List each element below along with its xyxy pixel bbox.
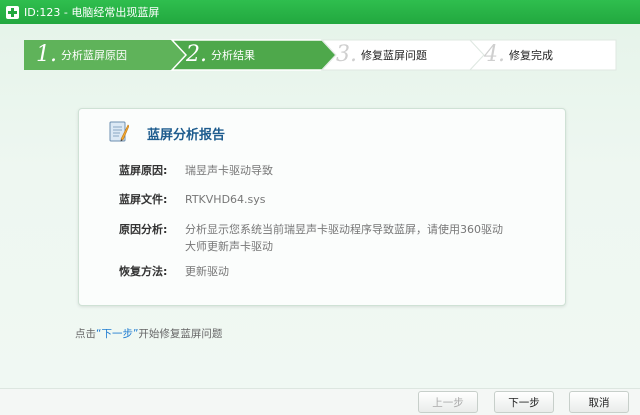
- report-title: 蓝屏分析报告: [147, 128, 226, 143]
- step-3: 3. 修复蓝屏问题: [336, 40, 427, 70]
- cancel-button[interactable]: 取消: [569, 391, 629, 413]
- hint-highlight: “下一步”: [96, 328, 139, 340]
- fix-label: 恢复方法:: [119, 265, 168, 278]
- file-value: RTKVHD64.sys: [185, 193, 266, 206]
- step-4-number: 4.: [484, 42, 505, 67]
- step-3-label: 修复蓝屏问题: [361, 49, 427, 62]
- hint-suffix: 开始修复蓝屏问题: [138, 328, 223, 340]
- report-row-analysis: 原因分析: 分析显示您系统当前瑞昱声卡驱动程序导致蓝屏，请使用360驱动大师更新…: [119, 221, 505, 255]
- report-row-cause: 蓝屏原因: 瑞昱声卡驱动导致: [119, 162, 505, 179]
- step-4-label: 修复完成: [509, 49, 553, 62]
- report-header: 蓝屏分析报告: [79, 109, 565, 149]
- cause-value: 瑞昱声卡驱动导致: [185, 164, 273, 177]
- step-1: 1. 分析蓝屏原因: [36, 40, 127, 70]
- title-bar: ID:123 - 电脑经常出现蓝屏: [0, 0, 640, 24]
- step-2-number: 2.: [186, 42, 207, 67]
- step-3-number: 3.: [336, 42, 357, 67]
- report-row-fix: 恢复方法: 更新驱动: [119, 263, 505, 280]
- window-title: ID:123 - 电脑经常出现蓝屏: [24, 6, 160, 19]
- step-1-label: 分析蓝屏原因: [61, 49, 127, 62]
- cause-label: 蓝屏原因:: [119, 164, 168, 177]
- step-4: 4. 修复完成: [484, 40, 553, 70]
- app-cross-icon: [6, 5, 19, 19]
- prev-button[interactable]: 上一步: [418, 391, 478, 413]
- report-document-icon: [109, 121, 129, 142]
- main-content: 1. 分析蓝屏原因 2. 分析结果 3. 修复蓝屏问题 4. 修复完成 蓝屏分析…: [0, 24, 640, 388]
- report-card: 蓝屏分析报告 蓝屏原因: 瑞昱声卡驱动导致 蓝屏文件: RTKVHD64.sys…: [78, 108, 566, 306]
- step-2-label: 分析结果: [211, 49, 255, 62]
- step-2: 2. 分析结果: [186, 40, 255, 70]
- report-row-file: 蓝屏文件: RTKVHD64.sys: [119, 191, 505, 208]
- step-1-number: 1.: [36, 42, 57, 67]
- analysis-value: 分析显示您系统当前瑞昱声卡驱动程序导致蓝屏，请使用360驱动大师更新声卡驱动: [185, 223, 503, 253]
- hint-prefix: 点击: [75, 328, 96, 340]
- analysis-label: 原因分析:: [119, 223, 168, 236]
- next-step-hint: 点击“下一步”开始修复蓝屏问题: [75, 326, 222, 341]
- fix-value: 更新驱动: [185, 265, 229, 278]
- file-label: 蓝屏文件:: [119, 193, 168, 206]
- next-button[interactable]: 下一步: [494, 391, 554, 413]
